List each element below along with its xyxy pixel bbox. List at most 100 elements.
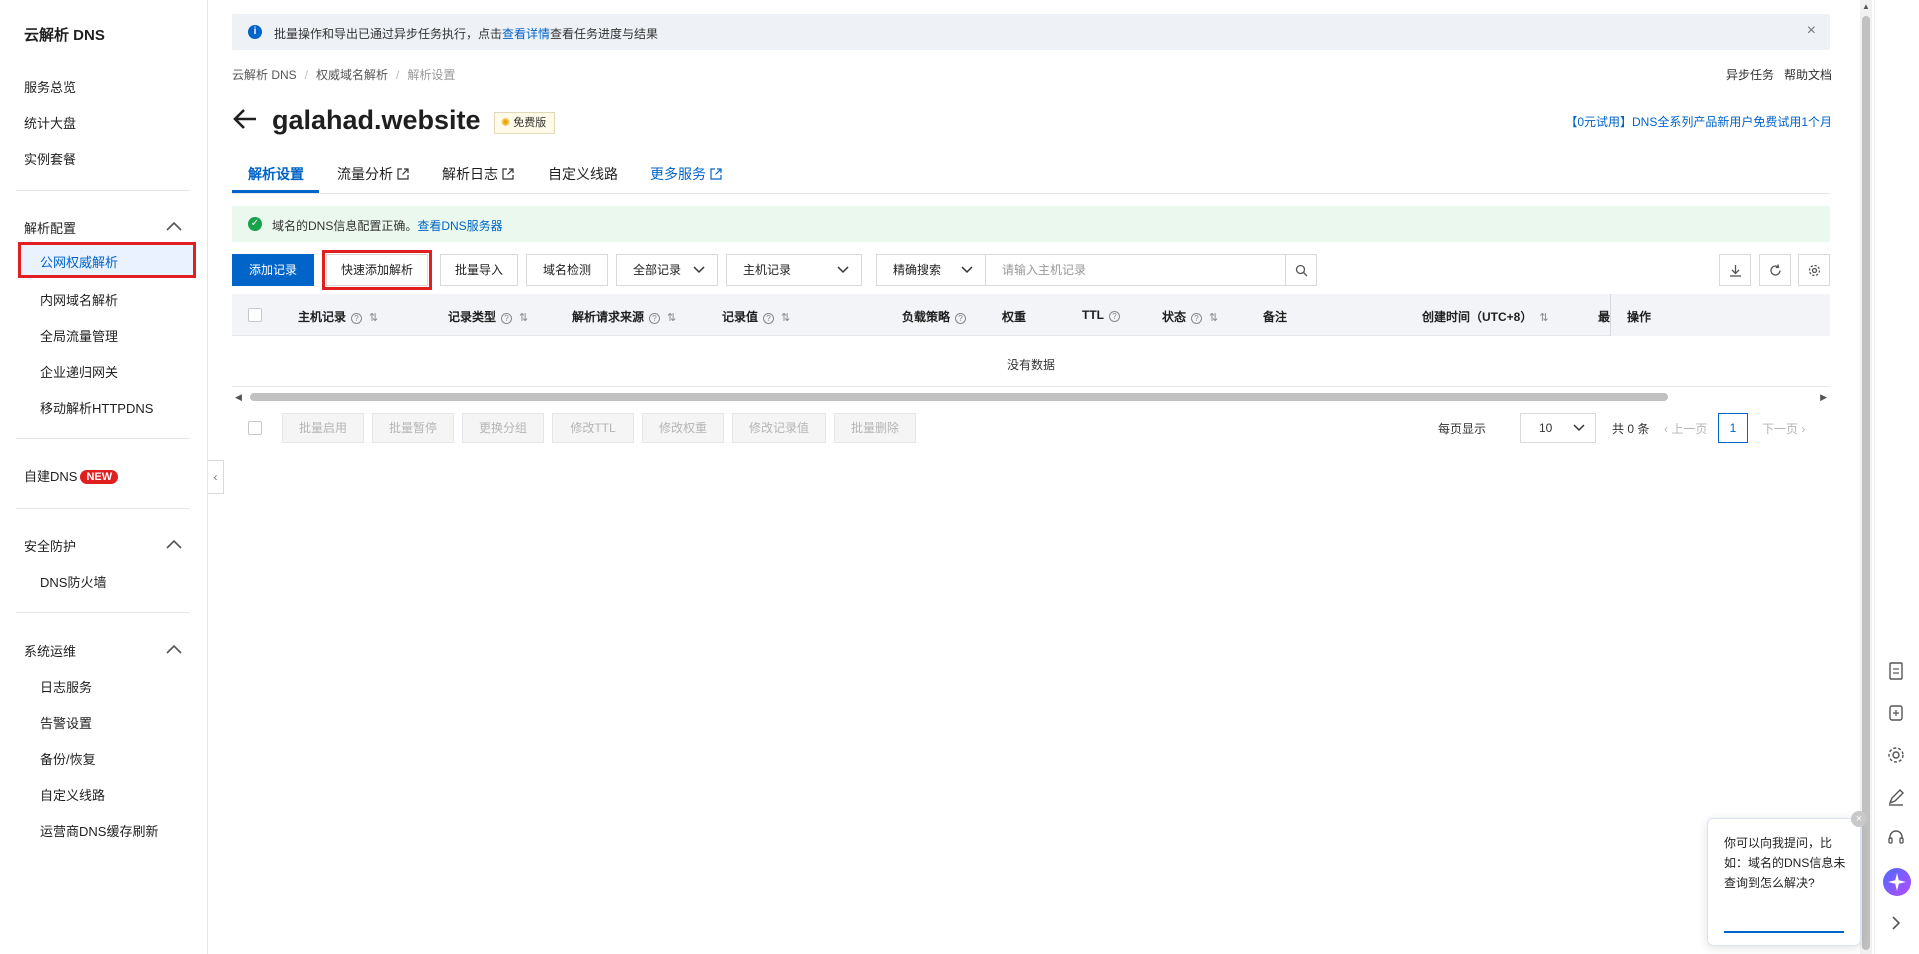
sidebar-item-log-service[interactable]: 日志服务 — [40, 677, 92, 696]
tab-resolve-settings[interactable]: 解析设置 — [248, 164, 304, 184]
add-record-button[interactable]: 添加记录 — [232, 254, 314, 286]
sidebar-item-httpdns[interactable]: 移动解析HTTPDNS — [40, 398, 153, 417]
section-resolve-title[interactable]: 解析配置 — [24, 218, 76, 237]
next-page-button[interactable]: 下一页 › — [1762, 420, 1805, 437]
batch-pause-button[interactable]: 批量暂停 — [372, 413, 454, 443]
scroll-left-icon[interactable]: ◀ — [235, 392, 242, 403]
select-all-checkbox[interactable] — [248, 308, 262, 322]
sync-icon[interactable] — [1885, 702, 1907, 724]
vertical-scroll-thumb[interactable] — [1862, 16, 1870, 950]
headset-icon[interactable] — [1885, 826, 1907, 848]
search-field-select[interactable]: 主机记录 — [726, 254, 862, 286]
modify-ttl-button[interactable]: 修改TTL — [552, 413, 634, 443]
notice-text: 批量操作和导出已通过异步任务执行，点击查看详情查看任务进度与结果 — [274, 25, 658, 42]
col-remark: 备注 — [1263, 310, 1288, 324]
success-text: 域名的DNS信息配置正确。查看DNS服务器 — [272, 217, 503, 234]
section-security-title[interactable]: 安全防护 — [24, 536, 76, 555]
sidebar-item-self-dns[interactable]: 自建DNS NEW — [24, 466, 119, 485]
section-ops-title[interactable]: 系统运维 — [24, 641, 76, 660]
gear-icon — [1808, 264, 1821, 277]
bottom-select-all-checkbox[interactable] — [248, 421, 262, 435]
chevron-left-icon: ‹ — [1664, 422, 1668, 436]
sidebar-item-private-zone[interactable]: 内网域名解析 — [40, 290, 118, 309]
sort-icon[interactable]: ⇅ — [781, 312, 790, 324]
close-icon[interactable]: × — [1851, 811, 1867, 827]
search-input[interactable]: 请输入主机记录 — [985, 254, 1285, 286]
batch-enable-button[interactable]: 批量启用 — [282, 413, 364, 443]
sidebar-item-public-authoritative[interactable]: 公网权威解析 — [18, 242, 196, 278]
sidebar-item-dashboard[interactable]: 统计大盘 — [24, 113, 76, 132]
table-settings-button[interactable] — [1798, 254, 1830, 286]
chevron-up-icon[interactable] — [165, 538, 183, 550]
help-docs-link[interactable]: 帮助文档 — [1784, 68, 1832, 82]
scroll-thumb[interactable] — [250, 393, 1668, 401]
tab-bar: 解析设置 流量分析 解析日志 自定义线路 更多服务 — [232, 158, 1830, 194]
sidebar-item-backup[interactable]: 备份/恢复 — [40, 749, 96, 768]
prev-page-label: 上一页 — [1671, 422, 1708, 436]
sort-icon[interactable]: ⇅ — [519, 312, 528, 324]
sort-icon[interactable]: ⇅ — [369, 312, 378, 324]
document-icon[interactable] — [1885, 660, 1907, 682]
col-request-source: 解析请求来源? ⇅ — [572, 310, 677, 324]
batch-import-button[interactable]: 批量导入 — [440, 254, 518, 286]
page-size-value: 10 — [1539, 421, 1553, 435]
quick-add-resolve-button[interactable]: 快速添加解析 — [322, 250, 432, 290]
promo-link[interactable]: 【0元试用】DNS全系列产品新用户免费试用1个月 — [1565, 113, 1832, 130]
tab-traffic-analysis[interactable]: 流量分析 — [337, 164, 409, 184]
sidebar-item-alerts[interactable]: 告警设置 — [40, 713, 92, 732]
sort-icon[interactable]: ⇅ — [1209, 312, 1218, 324]
sidebar-item-custom-lines[interactable]: 自定义线路 — [40, 785, 105, 804]
back-arrow-icon[interactable] — [232, 106, 258, 132]
assistant-input-line[interactable] — [1724, 931, 1844, 933]
chevron-down-icon — [693, 266, 705, 274]
scroll-right-icon[interactable]: ▶ — [1820, 392, 1827, 403]
page-number-current[interactable]: 1 — [1718, 413, 1748, 443]
tab-more-services[interactable]: 更多服务 — [650, 164, 722, 184]
success-message: 域名的DNS信息配置正确。 — [272, 219, 418, 233]
page-size-select[interactable]: 10 — [1520, 413, 1596, 443]
col-record-value: 记录值? ⇅ — [722, 310, 791, 324]
modify-weight-button[interactable]: 修改权重 — [642, 413, 724, 443]
sidebar-item-cache-refresh[interactable]: 运营商DNS缓存刷新 — [40, 821, 158, 840]
sidebar-item-global-traffic[interactable]: 全局流量管理 — [40, 326, 118, 345]
tab-resolve-logs[interactable]: 解析日志 — [442, 164, 514, 184]
refresh-icon — [1770, 264, 1781, 276]
breadcrumb-authoritative[interactable]: 权威域名解析 — [316, 68, 388, 82]
sidebar-item-recursive-gateway[interactable]: 企业递归网关 — [40, 362, 118, 381]
change-group-button[interactable]: 更换分组 — [462, 413, 544, 443]
modify-record-value-button[interactable]: 修改记录值 — [732, 413, 826, 443]
sort-icon[interactable]: ⇅ — [1539, 312, 1548, 324]
sidebar-item-overview[interactable]: 服务总览 — [24, 77, 76, 96]
gear-icon[interactable] — [1885, 744, 1907, 766]
sidebar: 云解析 DNS 服务总览 统计大盘 实例套餐 解析配置 公网权威解析 内网域名解… — [0, 0, 208, 954]
sidebar-item-instances[interactable]: 实例套餐 — [24, 149, 76, 168]
async-tasks-link[interactable]: 异步任务 — [1726, 68, 1774, 82]
notice-detail-link[interactable]: 查看详情 — [502, 27, 550, 41]
ai-assistant-icon[interactable] — [1883, 868, 1911, 896]
view-dns-servers-link[interactable]: 查看DNS服务器 — [417, 219, 502, 233]
assistant-tip-card[interactable]: 你可以向我提问，比如：域名的DNS信息未查询到怎么解决? — [1707, 818, 1861, 946]
scroll-up-icon[interactable]: ▲ — [1862, 2, 1870, 11]
edit-icon[interactable] — [1885, 786, 1907, 808]
search-button[interactable] — [1285, 254, 1317, 286]
chevron-up-icon[interactable] — [165, 643, 183, 655]
help-icon: ? — [1109, 311, 1120, 322]
chevron-up-icon[interactable] — [165, 220, 183, 232]
record-filter-select[interactable]: 全部记录 — [616, 254, 718, 286]
sort-icon[interactable]: ⇅ — [667, 312, 676, 324]
batch-delete-button[interactable]: 批量删除 — [834, 413, 916, 443]
sidebar-item-dns-firewall[interactable]: DNS防火墙 — [40, 572, 106, 591]
tab-custom-lines[interactable]: 自定义线路 — [548, 164, 618, 184]
breadcrumb-dns[interactable]: 云解析 DNS — [232, 68, 297, 82]
close-icon[interactable]: × — [1807, 22, 1816, 40]
prev-page-button[interactable]: ‹ 上一页 — [1664, 420, 1707, 437]
match-mode-select[interactable]: 精确搜索 — [876, 254, 986, 286]
tab-logs-label: 解析日志 — [442, 166, 498, 182]
domain-check-button[interactable]: 域名检测 — [526, 254, 608, 286]
chevron-right-icon[interactable] — [1885, 912, 1907, 934]
export-button[interactable] — [1719, 254, 1751, 286]
horizontal-scrollbar[interactable]: ◀ ▶ — [232, 392, 1830, 402]
refresh-button[interactable] — [1759, 254, 1791, 286]
sidebar-collapse-toggle[interactable]: ‹ — [208, 460, 224, 494]
notice-text-before: 批量操作和导出已通过异步任务执行，点击 — [274, 27, 503, 41]
